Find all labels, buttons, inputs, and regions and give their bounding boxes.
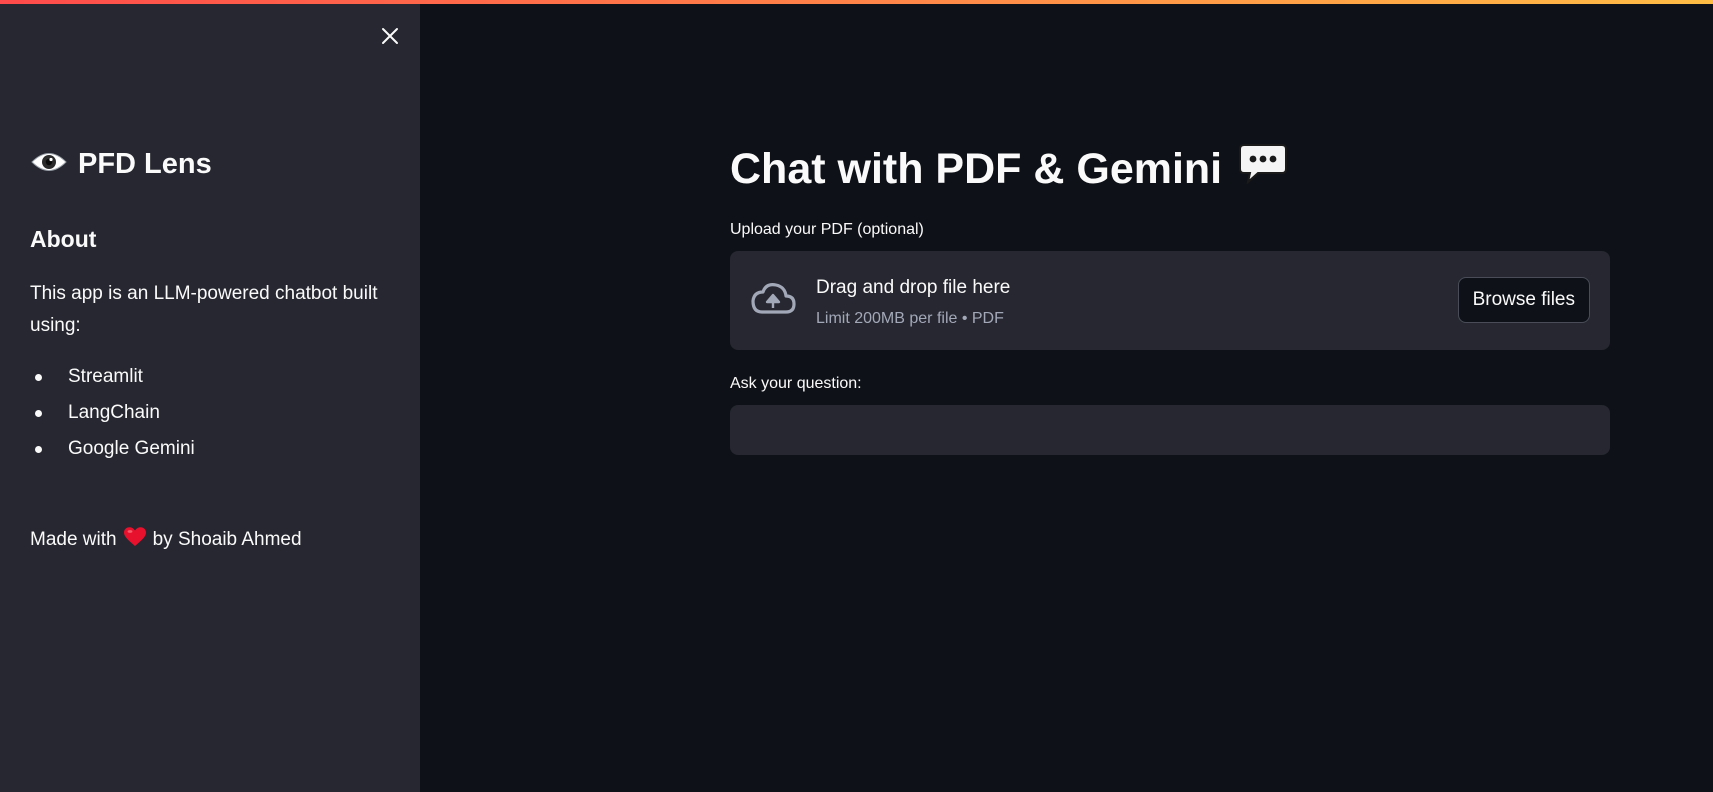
footer-suffix: by Shoaib Ahmed xyxy=(152,529,302,550)
app-title: PFD Lens xyxy=(78,148,212,180)
bullet-icon xyxy=(35,409,42,417)
question-label: Ask your question: xyxy=(730,375,862,392)
page-title: Chat with PDF & Gemini xyxy=(730,142,1288,197)
heart-icon xyxy=(123,526,147,554)
dropzone-title: Drag and drop file here xyxy=(816,277,1011,298)
browse-files-button[interactable]: Browse files xyxy=(1457,277,1590,323)
list-item-label: Google Gemini xyxy=(68,438,195,459)
sidebar: PFD Lens About This app is an LLM-powere… xyxy=(0,0,420,792)
footer-prefix: Made with xyxy=(30,529,117,550)
close-sidebar-button[interactable] xyxy=(376,22,404,50)
list-item: Streamlit xyxy=(30,359,195,395)
eye-icon xyxy=(30,149,68,180)
bullet-icon xyxy=(35,373,42,381)
sidebar-brand: PFD Lens xyxy=(30,148,212,181)
list-item-label: Streamlit xyxy=(68,366,143,387)
speech-bubble-icon xyxy=(1238,142,1288,197)
dropzone-limit: Limit 200MB per file • PDF xyxy=(816,310,1004,327)
list-item: Google Gemini xyxy=(30,431,195,467)
file-dropzone[interactable]: Drag and drop file here Limit 200MB per … xyxy=(730,251,1610,350)
list-item: LangChain xyxy=(30,395,195,431)
question-input[interactable] xyxy=(730,405,1610,455)
list-item-label: LangChain xyxy=(68,402,160,423)
about-description: This app is an LLM-powered chatbot built… xyxy=(30,283,378,336)
cloud-upload-icon xyxy=(748,279,798,324)
close-icon xyxy=(382,28,398,44)
tech-list: Streamlit LangChain Google Gemini xyxy=(30,359,195,467)
footer-credit: Made with by Shoaib Ahmed xyxy=(30,526,302,554)
top-decoration-bar xyxy=(0,0,1713,4)
page-title-text: Chat with PDF & Gemini xyxy=(730,145,1223,193)
about-heading: About xyxy=(30,226,97,252)
upload-label: Upload your PDF (optional) xyxy=(730,221,924,238)
bullet-icon xyxy=(35,445,42,453)
